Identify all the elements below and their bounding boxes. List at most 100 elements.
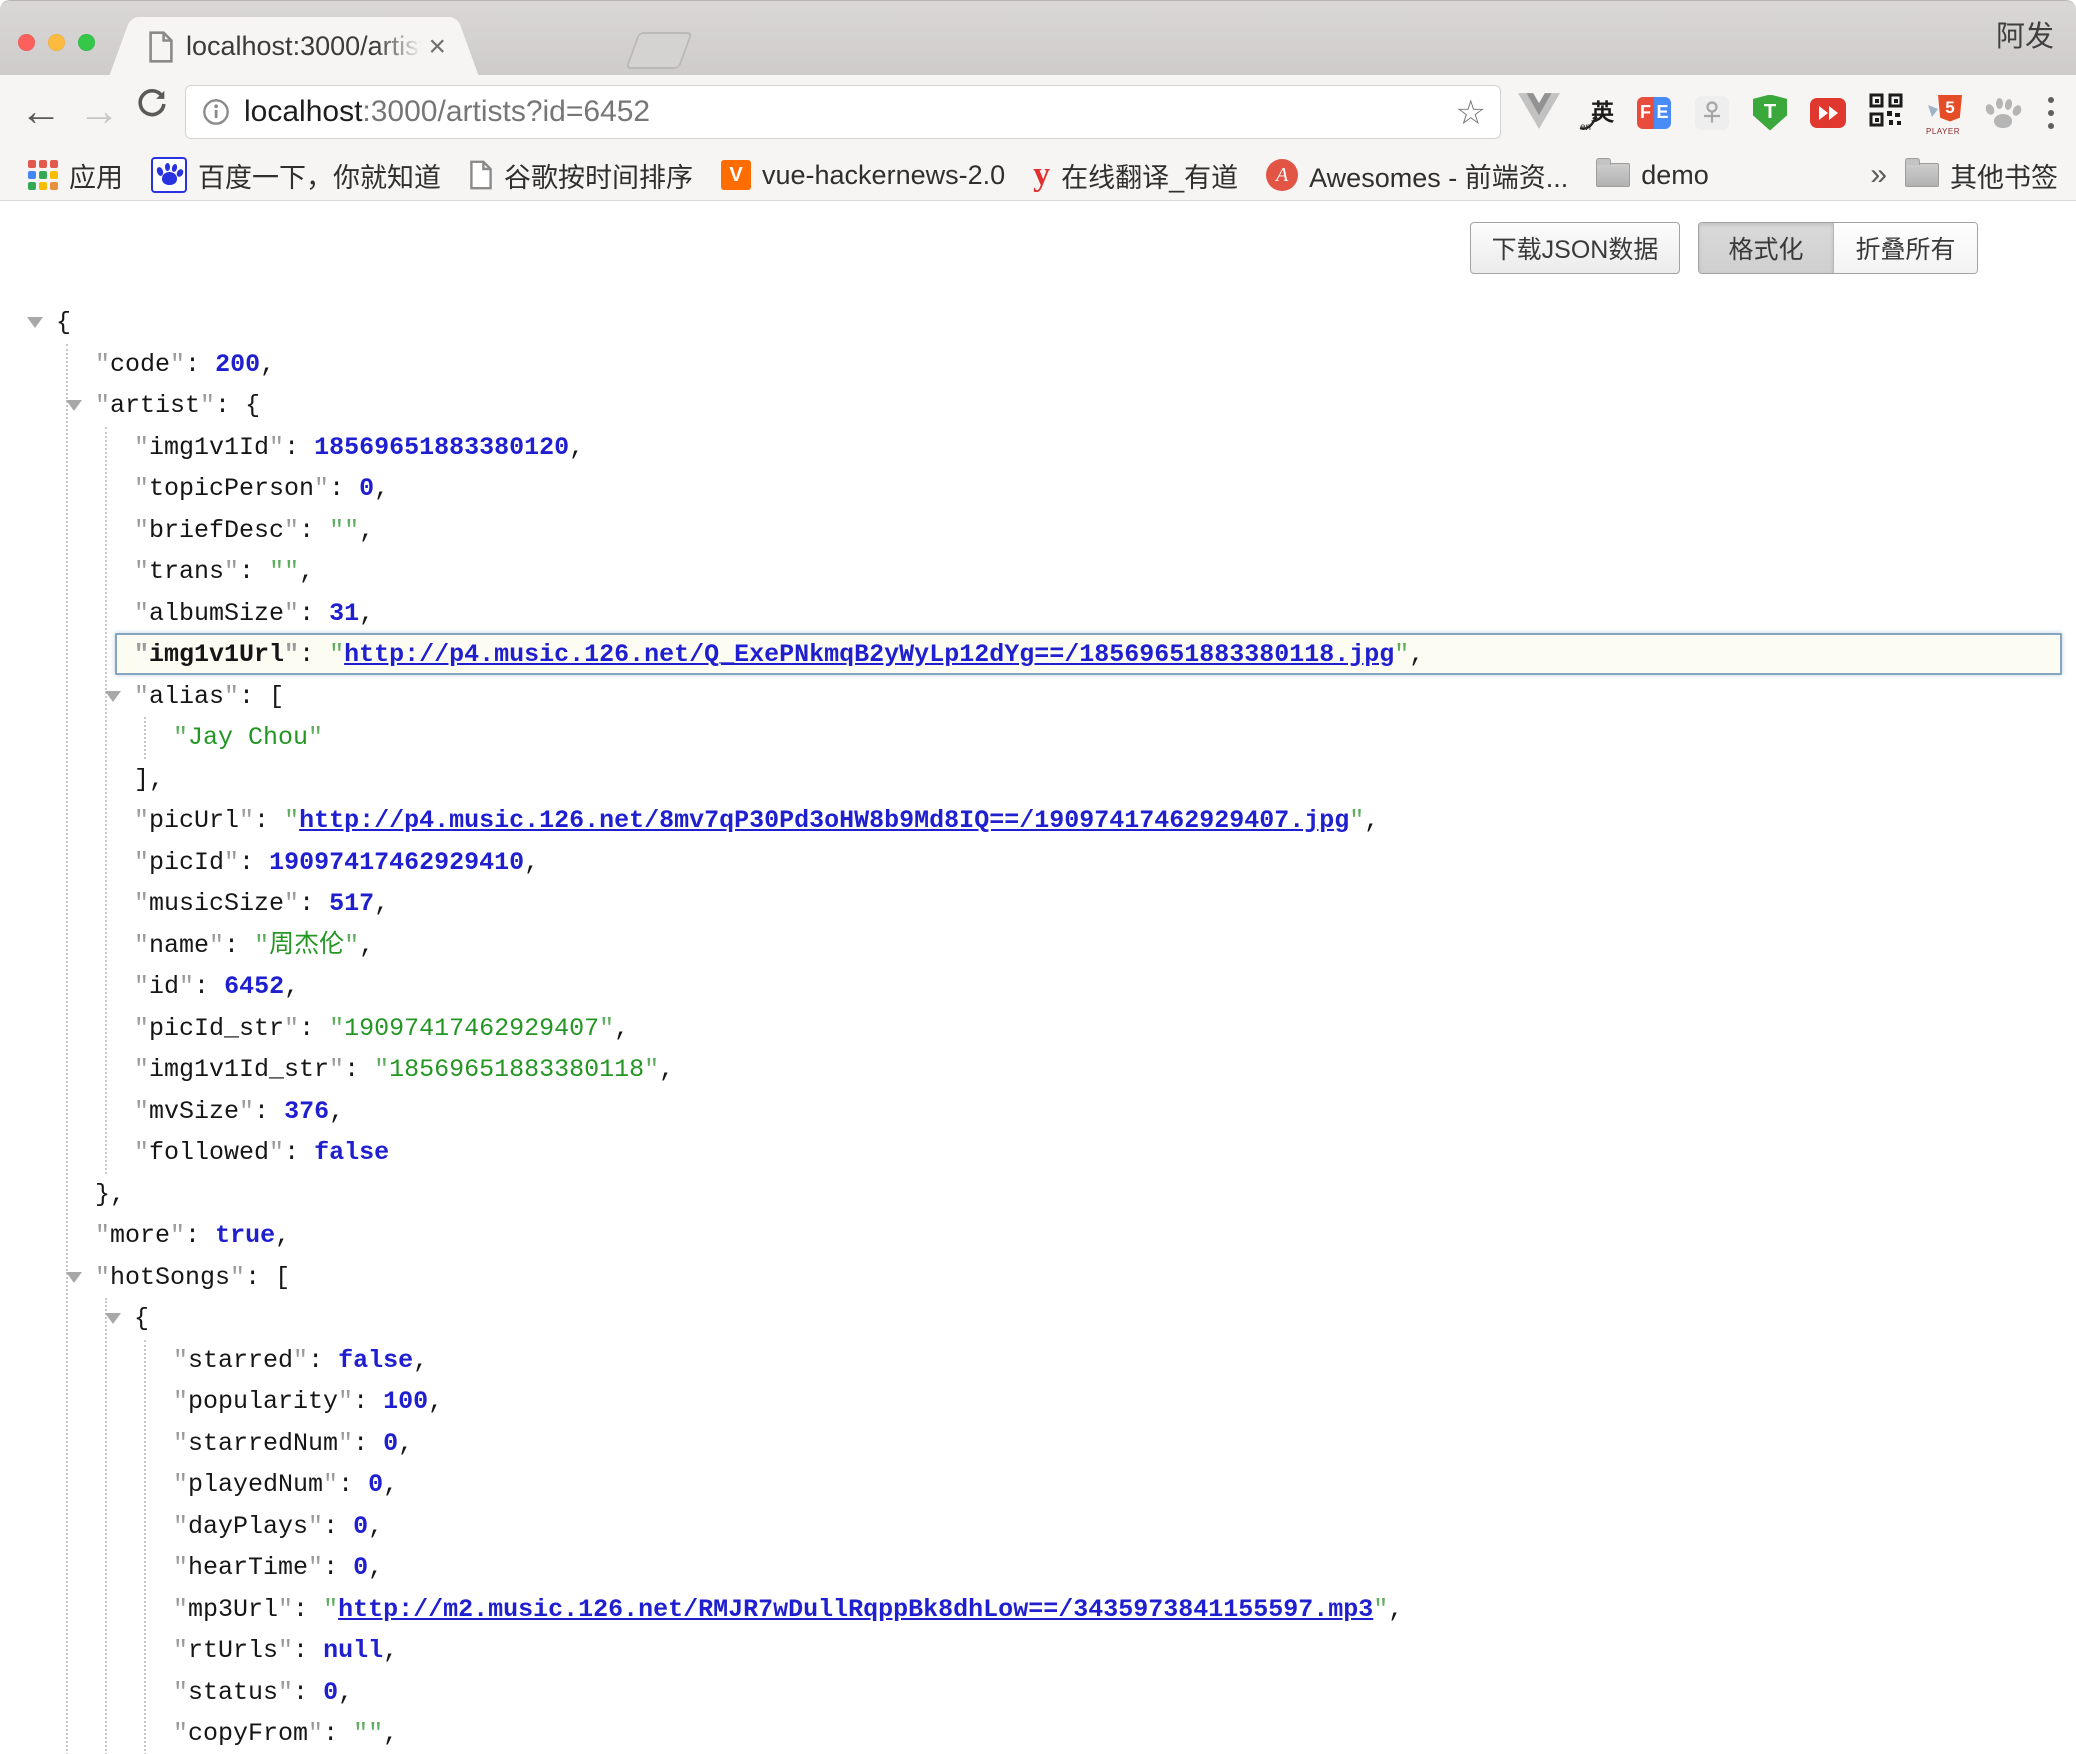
extensions-row: 英 en F E T 5 PLAYER [1578, 75, 2076, 150]
minimize-window-button[interactable] [48, 34, 65, 51]
json-row: "hearTime": 0, [0, 1547, 2076, 1589]
page-favicon-icon [148, 31, 174, 63]
collapse-toggle-icon[interactable] [105, 1313, 121, 1324]
fe-icon: F E [1637, 97, 1671, 129]
bookmark-label: 应用 [69, 156, 123, 195]
json-row-highlighted: "img1v1Url": "http://p4.music.126.net/Q_… [0, 634, 2076, 676]
json-row: "mp3Url": "http://m2.music.126.net/RMJR7… [0, 1589, 2076, 1631]
reload-icon[interactable] [133, 85, 171, 133]
json-row: { [0, 1298, 2076, 1340]
json-row: "trans": "", [0, 551, 2076, 593]
tab-close-icon[interactable]: × [428, 32, 446, 62]
youdao-translate-icon: 英 en [1578, 93, 1614, 133]
json-row: "followed": false [0, 1132, 2076, 1174]
bookmarks-overflow-icon[interactable]: » [1870, 158, 1887, 192]
json-row: "alias": [ [0, 676, 2076, 718]
video-player-icon [1810, 98, 1846, 128]
zoom-window-button[interactable] [78, 34, 95, 51]
json-link[interactable]: http://m2.music.126.net/RMJR7wDullRqppBk… [338, 1595, 1373, 1624]
json-row: "topicPerson": 0, [0, 468, 2076, 510]
json-row: "status": 0, [0, 1672, 2076, 1714]
person-icon[interactable] [1694, 91, 1730, 135]
bookmark-other-folder[interactable]: 其他书签 [1905, 156, 2058, 195]
bookmark-label: 百度一下，你就知道 [198, 156, 441, 195]
vue-bookmark-icon: V [721, 160, 751, 190]
html5-icon: 5 PLAYER [1926, 93, 1962, 133]
profile-name[interactable]: 阿发 [1996, 13, 2054, 55]
bookmark-item[interactable]: AAwesomes - 前端资... [1266, 156, 1568, 195]
collapse-toggle-icon[interactable] [66, 400, 82, 411]
json-row: "starred": false, [0, 1340, 2076, 1382]
bookmark-star-icon[interactable]: ☆ [1456, 93, 1486, 133]
json-row: "Jay Chou" [0, 717, 2076, 759]
json-row: "picUrl": "http://p4.music.126.net/8mv7q… [0, 800, 2076, 842]
json-row: "picId": 19097417462929410, [0, 842, 2076, 884]
json-row: "rtUrls": null, [0, 1630, 2076, 1672]
url-host: localhost [244, 95, 362, 128]
browser-window: { "window": { "profile_name": "阿发" }, "t… [0, 0, 2076, 1754]
bookmark-item[interactable]: y 在线翻译_有道 [1033, 156, 1238, 195]
paw-icon [1984, 96, 2020, 130]
tampermonkey-icon[interactable]: T [1752, 91, 1788, 135]
json-link[interactable]: http://p4.music.126.net/8mv7qP30Pd3oHW8b… [299, 806, 1349, 835]
json-row: }, [0, 1174, 2076, 1216]
json-row: "more": true, [0, 1215, 2076, 1257]
json-row: "artist": { [0, 385, 2076, 427]
site-info-icon[interactable] [202, 98, 230, 126]
bookmark-label: 其他书签 [1950, 156, 2058, 195]
json-row: "copyFrom": "", [0, 1713, 2076, 1754]
json-link[interactable]: http://p4.music.126.net/Q_ExePNkmqB2yWyL… [344, 640, 1394, 669]
qrcode-icon [1869, 93, 1903, 132]
bookmark-item[interactable]: Vvue-hackernews-2.0 [721, 160, 1005, 191]
json-row: "name": "周杰伦", [0, 925, 2076, 967]
forward-icon: → [78, 87, 120, 135]
tampermonkey-icon: T [1753, 95, 1787, 131]
collapse-toggle-icon[interactable] [105, 691, 121, 702]
json-row: "briefDesc": "", [0, 510, 2076, 552]
back-icon[interactable]: ← [20, 87, 62, 135]
json-row: "code": 200, [0, 344, 2076, 386]
fe-icon[interactable]: F E [1636, 91, 1672, 135]
video-player-icon[interactable] [1810, 91, 1846, 135]
apps-grid-icon [28, 160, 58, 190]
browser-menu-icon[interactable] [2042, 97, 2060, 129]
bookmark-label: 谷歌按时间排序 [504, 156, 693, 195]
collapse-toggle-icon[interactable] [66, 1272, 82, 1283]
json-viewer: {"code": 200,"artist": {"img1v1Id": 1856… [0, 201, 2076, 1754]
json-row: "id": 6452, [0, 966, 2076, 1008]
bookmark-item[interactable]: 百度一下，你就知道 [151, 156, 441, 195]
json-row: "img1v1Id": 18569651883380120, [0, 427, 2076, 469]
bookmark-label: demo [1641, 160, 1709, 191]
json-row: ], [0, 759, 2076, 801]
bookmark-item[interactable]: demo [1596, 160, 1709, 191]
collapse-toggle-icon[interactable] [27, 317, 43, 328]
page-icon [469, 160, 493, 190]
youdao-icon: y [1033, 160, 1050, 190]
json-row: "dayPlays": 0, [0, 1506, 2076, 1548]
json-row: "starredNum": 0, [0, 1423, 2076, 1465]
bookmark-item[interactable]: 应用 [28, 156, 123, 195]
browser-toolbar: ← → localhost:3000/artists?id=6452 ☆ 英 e… [0, 75, 2076, 150]
json-row: "picId_str": "19097417462929407", [0, 1008, 2076, 1050]
json-row: "hotSongs": [ [0, 1257, 2076, 1299]
person-icon [1695, 96, 1729, 130]
json-row: "mvSize": 376, [0, 1091, 2076, 1133]
html5-icon[interactable]: 5 PLAYER [1926, 91, 1962, 135]
address-bar[interactable]: localhost:3000/artists?id=6452 ☆ [185, 85, 1501, 139]
vue-devtools-icon[interactable] [1518, 93, 1560, 134]
json-row: { [0, 302, 2076, 344]
json-row: "img1v1Id_str": "18569651883380118", [0, 1049, 2076, 1091]
folder-icon [1596, 163, 1630, 187]
json-row: "albumSize": 31, [0, 593, 2076, 635]
bookmark-label: vue-hackernews-2.0 [762, 160, 1005, 191]
tab-title: localhost:3000/artists?id=645 [186, 31, 422, 62]
qrcode-icon[interactable] [1868, 91, 1904, 135]
bookmark-label: 在线翻译_有道 [1061, 156, 1238, 195]
bookmark-item[interactable]: 谷歌按时间排序 [469, 156, 693, 195]
paw-icon[interactable] [1984, 91, 2020, 135]
new-tab-button[interactable] [625, 32, 692, 69]
youdao-translate-icon[interactable]: 英 en [1578, 91, 1614, 135]
close-window-button[interactable] [18, 34, 35, 51]
awesomes-icon: A [1266, 159, 1298, 191]
browser-tab[interactable]: localhost:3000/artists?id=645 × [132, 17, 456, 76]
